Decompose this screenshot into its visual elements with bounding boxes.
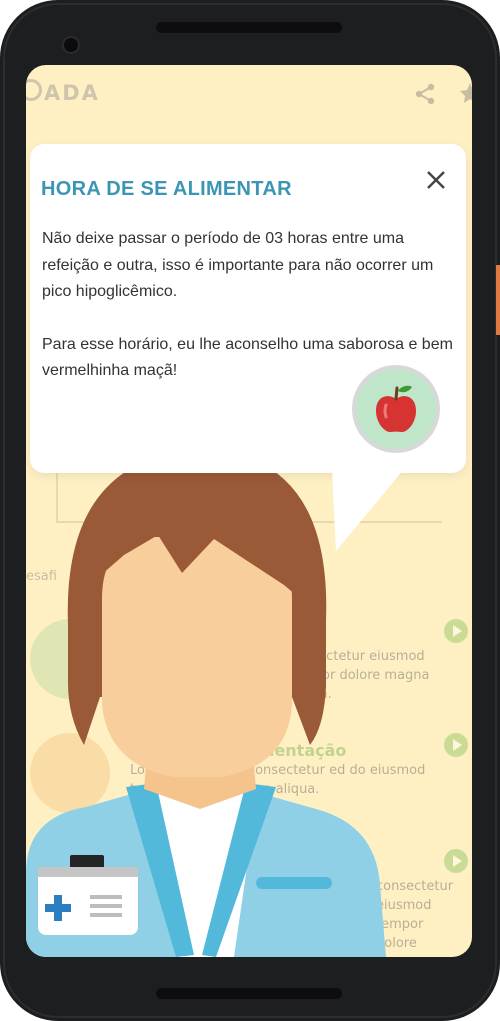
top-speaker [156, 22, 342, 33]
front-camera [62, 36, 80, 54]
close-button[interactable] [418, 163, 454, 197]
phone-frame: ADA esafi consectetur eiusmod dolore mag… [0, 0, 500, 1021]
power-button [496, 265, 500, 335]
dialog-paragraph: Não deixe passar o período de 03 horas e… [42, 230, 434, 300]
close-icon [427, 171, 445, 189]
apple-icon [376, 385, 416, 433]
dialog-title: HORA DE SE ALIMENTAR [41, 178, 292, 200]
apple-badge [352, 365, 440, 453]
medical-kit-icon [38, 855, 138, 935]
bottom-speaker [156, 988, 342, 999]
app-screen: ADA esafi consectetur eiusmod dolore mag… [26, 65, 472, 957]
speech-bubble-tail [332, 469, 404, 551]
